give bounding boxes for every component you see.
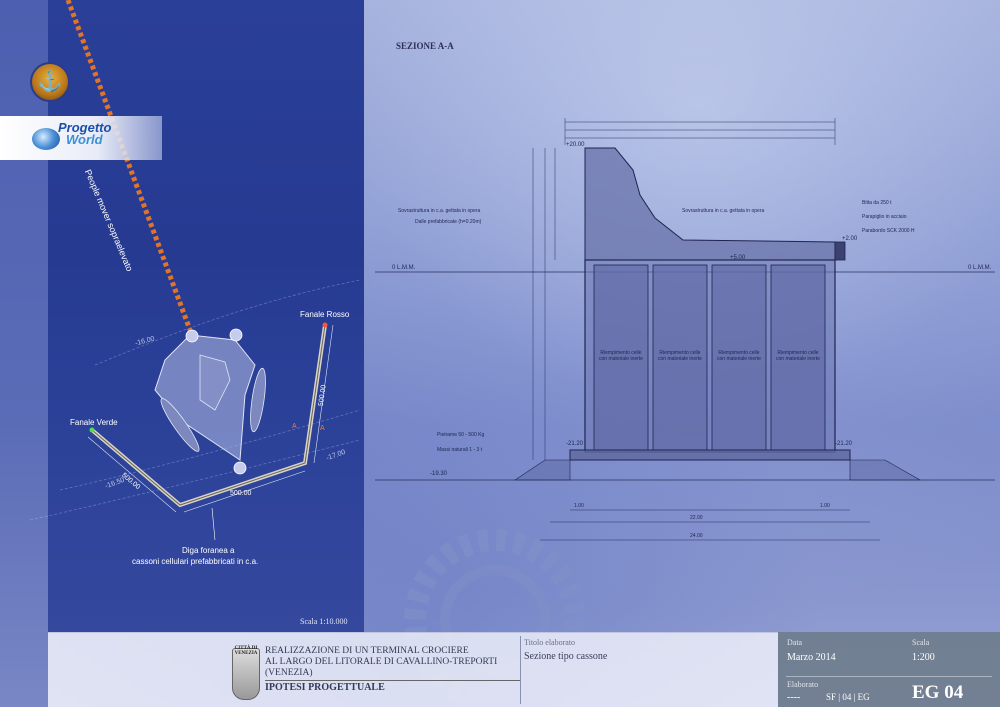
drawing-info-block <box>778 632 1000 707</box>
fanale-rosso-label: Fanale Rosso <box>300 310 350 319</box>
lmm-left: 0 L.M.M. <box>392 265 416 271</box>
project-line-2: AL LARGO DEL LITORALE DI CAVALLINO-TREPO… <box>265 657 498 667</box>
fender <box>834 241 846 261</box>
note-parapiglio: Parapiglio in acciaio <box>862 214 907 220</box>
diga-label-2: cassoni cellulari prefabbricati in c.a. <box>132 557 259 566</box>
level-base-left: -21.20 <box>566 441 584 447</box>
cell-label-2: Riempimento celle con materiale inerte <box>658 350 702 362</box>
scala-value: 1:200 <box>912 652 935 663</box>
cell-label-4: Riempimento celle con materiale inerte <box>776 350 820 362</box>
people-mover-line <box>65 0 193 331</box>
scala-label: Scala <box>912 638 930 647</box>
note-pietrame: Pietrame 50 - 500 Kg <box>437 432 485 438</box>
project-line-4: IPOTESI PROGETTUALE <box>265 680 520 693</box>
dim-bottom-1: 1.00 <box>574 503 584 509</box>
crest-label: CITTÀ DI VENEZIA <box>234 646 258 656</box>
dim-bottom-3: 1.00 <box>820 503 830 509</box>
note-massi: Massi naturali 1 - 3 t <box>437 447 483 453</box>
cell-label-1: Riempimento celle con materiale inerte <box>599 350 643 362</box>
note-sovrastruttura-right: Sovrastruttura in c.a. gettata in opera <box>682 208 765 214</box>
dim-line-1 <box>87 436 177 513</box>
progetto-world-logo: Progetto World <box>58 121 111 147</box>
fanale-verde-label: Fanale Verde <box>70 418 118 427</box>
superstructure <box>584 147 836 261</box>
base-slab <box>569 449 851 461</box>
project-line-3: (VENEZIA) <box>265 668 313 678</box>
drawing-codes: SF | 04 | EG <box>826 692 870 702</box>
note-dalle: Dalle prefabbricate (h=0.20m) <box>415 219 482 225</box>
anchor-logo-icon: ⚓ <box>30 62 70 102</box>
wind-marker: A <box>292 423 297 430</box>
rubble-mound-left <box>514 459 571 481</box>
logo-line-2: World <box>66 132 103 147</box>
elaborato-value: ---- <box>787 692 801 703</box>
project-title: REALIZZAZIONE DI UN TERMINAL CROCIERE AL… <box>265 646 520 693</box>
section-drawing <box>375 118 995 541</box>
diga-label-1: Diga foranea a <box>182 546 235 555</box>
pier-node-top-right <box>229 328 243 342</box>
level-slab: +2.00 <box>842 236 858 242</box>
elaborato-label: Elaborato <box>787 680 819 689</box>
note-sovrastruttura-left: Sovrastruttura in c.a. gettata in opera <box>398 208 481 214</box>
wind-marker-2: A <box>320 425 325 432</box>
info-separator <box>786 676 992 677</box>
dim-500-bottom: 500.00 <box>230 490 252 497</box>
pier-node-top-left <box>185 329 199 343</box>
data-value: Marzo 2014 <box>787 652 836 663</box>
plan-scale: Scala 1:10.000 <box>300 617 348 626</box>
project-line-1: REALIZZAZIONE DI UN TERMINAL CROCIERE <box>265 646 469 656</box>
rubble-mound-right <box>849 459 922 481</box>
section-title: SEZIONE A-A <box>396 41 454 51</box>
level-mid: +5.00 <box>730 255 746 261</box>
drawing-code: EG 04 <box>912 682 964 703</box>
data-label: Data <box>787 638 803 647</box>
level-seabed: -19.30 <box>430 471 448 477</box>
top-dimensions <box>564 118 836 145</box>
diga-pointer <box>211 507 216 541</box>
fanale-verde-marker <box>89 427 95 433</box>
fanale-rosso-marker <box>322 322 328 328</box>
level-top: +20.00 <box>566 142 585 148</box>
globe-icon <box>32 128 60 150</box>
cell-label-3: Riempimento celle con materiale inerte <box>717 350 761 362</box>
titolo-label: Titolo elaborato <box>524 638 576 647</box>
note-parabordo: Parabordo SCK 2000 H <box>862 228 915 234</box>
title-divider <box>520 636 521 704</box>
dim-bottom-2: 22.00 <box>690 515 703 521</box>
level-base-right: -21.20 <box>835 441 853 447</box>
pier-node-bottom <box>233 461 247 475</box>
dim-bottom-4: 24.00 <box>690 533 703 539</box>
lmm-right: 0 L.M.M. <box>968 265 992 271</box>
note-bitta: Bitta da 250 t <box>862 200 892 206</box>
vertical-dimensions <box>532 148 556 460</box>
titolo-value: Sezione tipo cassone <box>524 651 608 662</box>
